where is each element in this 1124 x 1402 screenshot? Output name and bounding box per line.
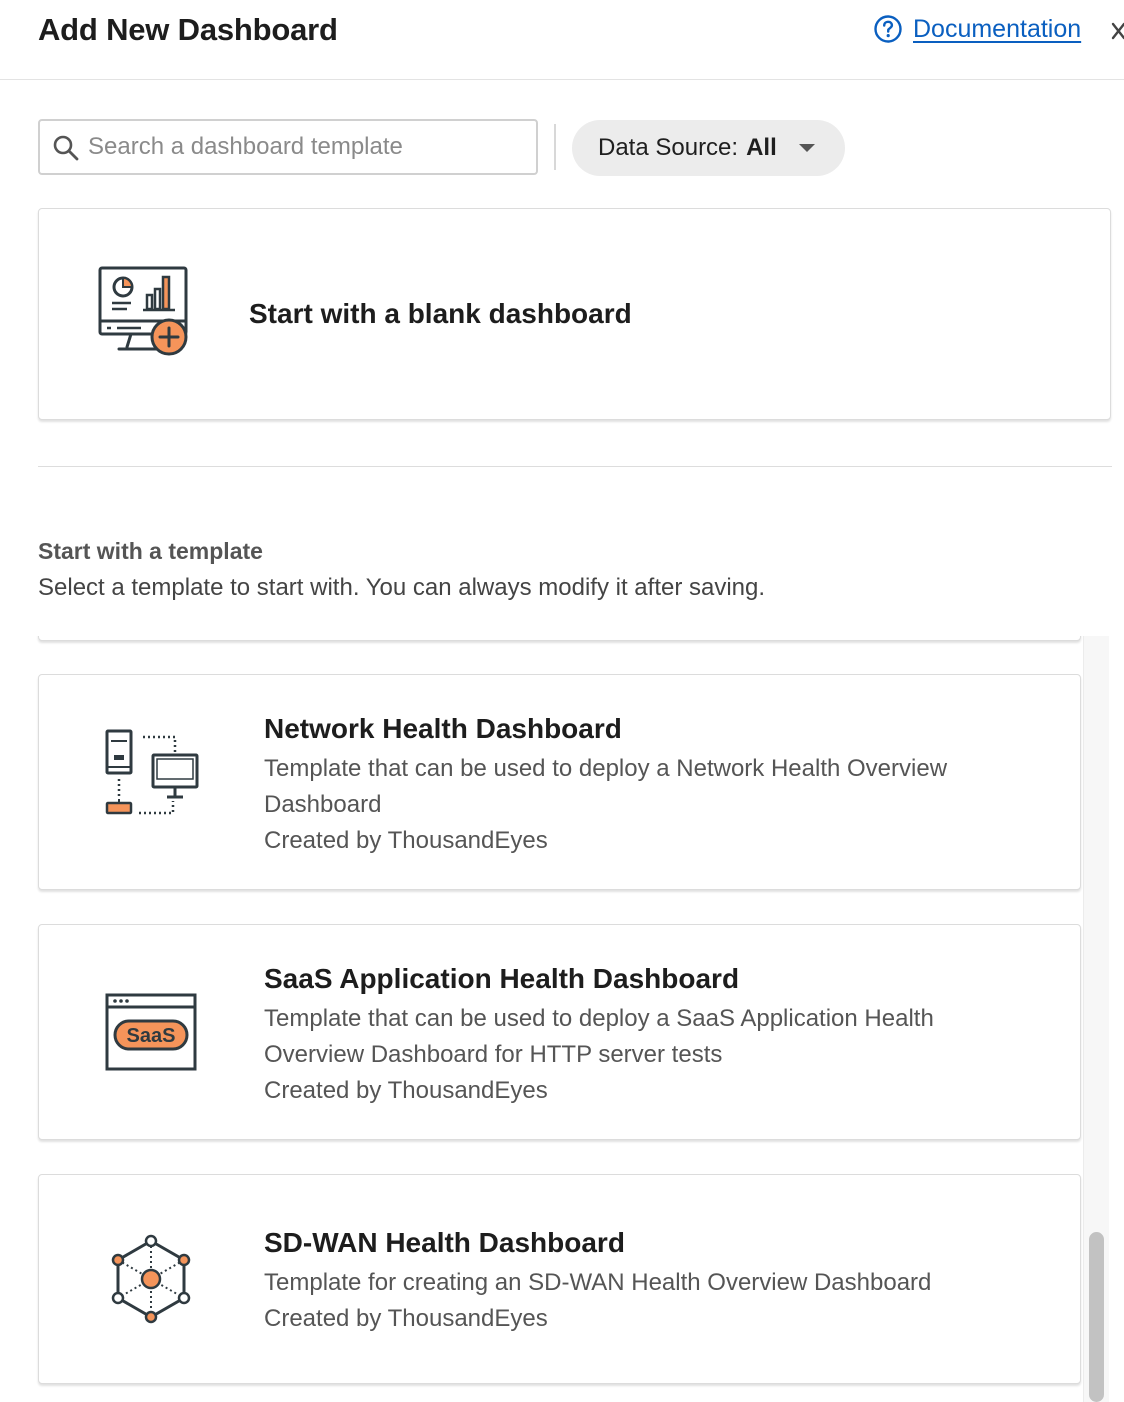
search-input[interactable] [88, 127, 528, 167]
monitor-chart-add-icon [98, 266, 188, 356]
template-card-network-health[interactable]: Network Health Dashboard Template that c… [38, 674, 1081, 890]
template-description-text: Template that can be used to deploy a Ne… [264, 755, 948, 818]
network-devices-icon [105, 729, 199, 815]
saas-window-icon: SaaS [105, 993, 197, 1071]
help-circle-icon [874, 15, 902, 43]
scrollbar-thumb[interactable] [1089, 1232, 1104, 1402]
dialog-header: Add New Dashboard Documentation [0, 0, 1124, 80]
template-created-by: Created by ThousandEyes [264, 1077, 548, 1104]
documentation-label: Documentation [913, 14, 1082, 43]
templates-section-title: Start with a template [38, 538, 263, 564]
template-created-by: Created by ThousandEyes [264, 1305, 548, 1332]
template-card-sdwan-health[interactable]: SD-WAN Health Dashboard Template for cre… [38, 1174, 1081, 1384]
template-created-by: Created by ThousandEyes [264, 827, 548, 854]
templates-section-subtitle: Select a template to start with. You can… [38, 574, 766, 601]
template-card-saas-health[interactable]: SaaS SaaS Application Health Dashboard T… [38, 924, 1081, 1140]
template-description: Template for creating an SD-WAN Health O… [264, 1265, 1044, 1337]
dialog-title: Add New Dashboard [38, 12, 338, 47]
data-source-value: All [746, 134, 777, 161]
documentation-link[interactable]: Documentation [873, 14, 1081, 44]
template-name: SaaS Application Health Dashboard [264, 963, 740, 994]
blank-dashboard-title: Start with a blank dashboard [249, 298, 632, 329]
template-card-partial[interactable] [38, 636, 1081, 641]
template-name: SD-WAN Health Dashboard [264, 1227, 625, 1258]
template-description-text: Template for creating an SD-WAN Health O… [264, 1269, 932, 1296]
template-name: Network Health Dashboard [264, 713, 622, 744]
toolbar-divider [554, 124, 556, 170]
section-divider [38, 466, 1112, 467]
template-description: Template that can be used to deploy a Ne… [264, 751, 984, 859]
template-search[interactable] [38, 119, 538, 175]
saas-icon-label: SaaS [127, 1025, 176, 1047]
chevron-down-icon [798, 144, 815, 152]
close-icon[interactable] [1108, 16, 1124, 46]
sdwan-hexagon-icon [111, 1234, 191, 1324]
data-source-label: Data Source: [598, 134, 739, 161]
blank-dashboard-card[interactable]: Start with a blank dashboard [38, 208, 1111, 420]
template-description: Template that can be used to deploy a Sa… [264, 1001, 984, 1109]
template-description-text: Template that can be used to deploy a Sa… [264, 1005, 934, 1068]
data-source-dropdown[interactable]: Data Source: All [572, 120, 845, 176]
search-icon [53, 135, 79, 161]
template-list: Network Health Dashboard Template that c… [0, 636, 1124, 1402]
